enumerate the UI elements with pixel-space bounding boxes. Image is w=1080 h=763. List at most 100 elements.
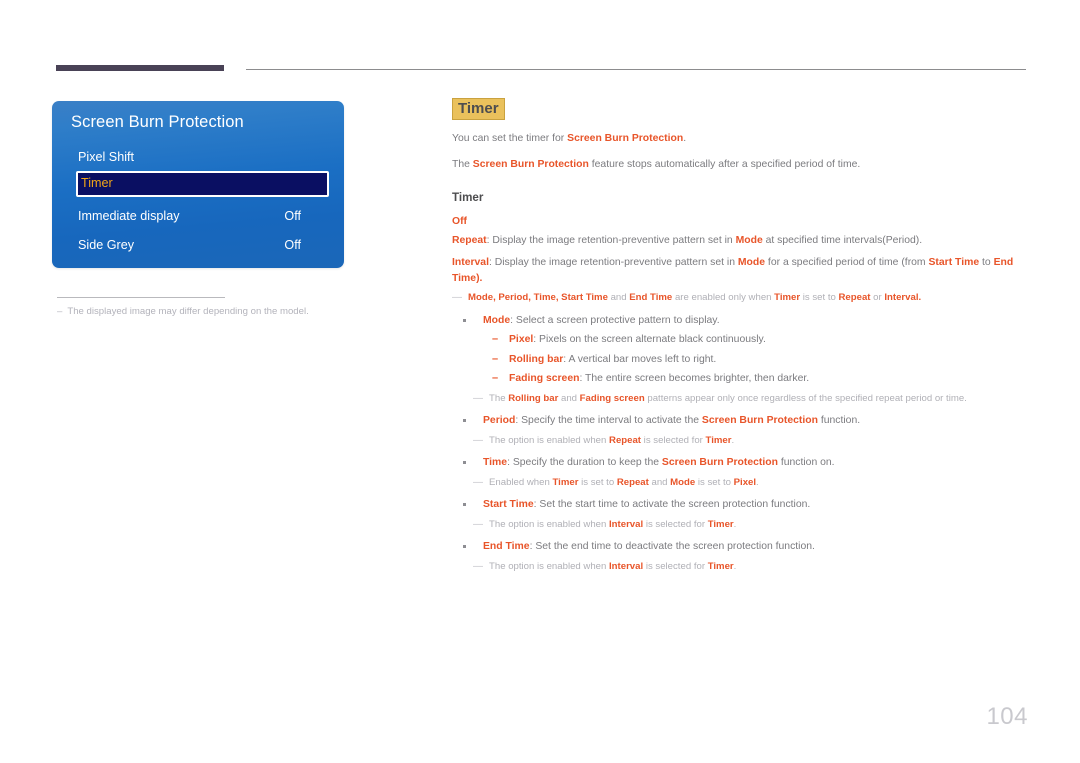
bullet-square-icon (463, 419, 466, 423)
pattern-text: : A vertical bar moves left to right. (563, 353, 717, 365)
note-text-3: patterns appear only once regardless of … (644, 393, 967, 405)
note-term-timer: Timer (707, 561, 734, 573)
pattern-text: : Pixels on the screen alternate black c… (533, 334, 766, 346)
note-term-interval: Interval (609, 561, 644, 573)
note-text-1: The option is enabled when (489, 561, 610, 573)
note-term-timer: Timer (774, 292, 801, 304)
note-text-2: is selected for (643, 561, 708, 573)
intro-2-term: Screen Burn Protection (472, 159, 589, 171)
pattern-text: : The entire screen becomes brighter, th… (579, 373, 810, 385)
note-start-time: — The option is enabled when Interval is … (473, 518, 1027, 532)
bullet-period: Period: Specify the time interval to act… (452, 413, 1027, 448)
osd-menu-item-side-grey[interactable]: Side Grey Off (52, 232, 344, 261)
note-term-mode: Mode (670, 477, 696, 489)
note-text-3: or (870, 292, 885, 304)
bullet-start-time-text: : Set the start time to activate the scr… (533, 499, 811, 511)
note-dash-icon: — (473, 393, 483, 405)
option-interval-start-term: Start Time (928, 257, 980, 269)
note-dash-icon: — (452, 292, 462, 304)
pattern-name: Pixel (509, 334, 534, 346)
option-repeat-name: Repeat (452, 235, 487, 247)
note-dash-icon: — (473, 561, 483, 573)
note-text-5: . (756, 477, 759, 489)
dash-icon: – (492, 352, 499, 365)
mode-pattern-list: – Pixel: Pixels on the screen alternate … (483, 332, 1027, 387)
note-dash-icon: — (473, 519, 483, 531)
osd-menu-panel: Screen Burn Protection Pixel Shift Timer… (52, 101, 344, 268)
bullet-mode-name: Mode (483, 314, 511, 326)
note-text-4: is set to (695, 477, 734, 489)
osd-footnote: – The displayed image may differ dependin… (57, 306, 387, 317)
osd-menu-title: Screen Burn Protection (71, 113, 244, 131)
note-text-1: The option is enabled when (489, 519, 610, 531)
osd-item-label: Pixel Shift (78, 150, 134, 164)
intro-1-text-c: . (683, 133, 687, 145)
intro-1-text-a: You can set the timer for (452, 133, 568, 145)
option-interval-name: Interval (452, 257, 489, 269)
note-enabled-terms: — Mode, Period, Time, Start Time and End … (452, 291, 1027, 305)
bullet-end-time-name: End Time (483, 541, 530, 553)
osd-menu-item-pixel-shift[interactable]: Pixel Shift (52, 144, 344, 173)
note-period: — The option is enabled when Repeat is se… (473, 434, 1027, 448)
note-text-3: . (731, 435, 735, 447)
bullet-square-icon (463, 318, 466, 322)
bullet-time: Time: Specify the duration to keep the S… (452, 455, 1027, 490)
note-term-fading-screen: Fading screen (579, 393, 645, 405)
note-term-repeat: Repeat (838, 292, 871, 304)
note-text-2: is selected for (643, 519, 708, 531)
option-off: Off (452, 216, 468, 228)
bullet-period-sbp-term: Screen Burn Protection (701, 415, 818, 427)
footnote-dash: – (57, 306, 63, 317)
osd-menu-item-immediate-display[interactable]: Immediate display Off (52, 203, 344, 232)
note-text-2: is set to (800, 292, 839, 304)
bullet-period-text-2: function. (817, 415, 861, 427)
mode-pattern-pixel: – Pixel: Pixels on the screen alternate … (483, 332, 1027, 348)
note-time: — Enabled when Timer is set to Repeat and… (473, 476, 1027, 490)
option-repeat: Repeat: Display the image retention-prev… (452, 233, 1027, 249)
note-term-interval: Interval (609, 519, 644, 531)
note-end-time: — The option is enabled when Interval is … (473, 560, 1027, 574)
bullet-end-time: End Time: Set the end time to deactivate… (452, 539, 1027, 574)
page-header (0, 0, 1080, 80)
note-term-time: Time (533, 292, 556, 304)
note-mode-patterns: — The Rolling bar and Fading screen patte… (473, 392, 1027, 406)
note-text-2: is set to (578, 477, 617, 489)
intro-paragraph-2: The Screen Burn Protection feature stops… (452, 157, 1027, 172)
bullet-time-name: Time (483, 457, 508, 469)
mode-pattern-rolling-bar: – Rolling bar: A vertical bar moves left… (483, 352, 1027, 368)
pattern-name: Fading screen (509, 373, 580, 385)
note-text-4: . (918, 292, 922, 304)
option-repeat-text-1: : Display the image retention-preventive… (486, 235, 736, 247)
note-term-timer: Timer (552, 477, 579, 489)
option-interval-text-1: : Display the image retention-preventive… (488, 257, 738, 269)
option-interval-mode-term: Mode (737, 257, 766, 269)
footnote-text: The displayed image may differ depending… (67, 306, 309, 317)
osd-menu-item-timer-selected[interactable]: Timer (76, 171, 329, 197)
bullet-end-time-text: : Set the end time to deactivate the scr… (529, 541, 815, 553)
option-interval: Interval: Display the image retention-pr… (452, 255, 1027, 286)
note-text-1: The (489, 393, 509, 405)
option-interval-text-2: for a specified period of time (from (765, 257, 929, 269)
section-subheading: Timer (452, 191, 484, 205)
note-term-repeat: Repeat (616, 477, 649, 489)
osd-item-value: Off (284, 238, 301, 252)
note-text-1: are enabled only when (672, 292, 775, 304)
option-interval-text-3: to (979, 257, 994, 269)
footnote-divider (57, 297, 225, 298)
option-repeat-text-2: at specified time intervals(Period). (762, 235, 923, 247)
intro-2-text-a: The (452, 159, 473, 171)
intro-paragraph-1: You can set the timer for Screen Burn Pr… (452, 131, 1027, 146)
page-title: Timer (452, 98, 505, 121)
note-term-timer: Timer (707, 519, 734, 531)
page-number: 104 (986, 703, 1028, 730)
osd-item-value: Off (284, 209, 301, 223)
osd-item-label: Timer (81, 176, 113, 190)
note-text-3: . (733, 519, 737, 531)
note-and: and (607, 292, 630, 304)
note-term-timer: Timer (705, 435, 732, 447)
note-term-start-time: Start Time (561, 292, 608, 304)
note-dash-icon: — (473, 477, 483, 489)
bullet-start-time: Start Time: Set the start time to activa… (452, 497, 1027, 532)
intro-2-text-c: feature stops automatically after a spec… (588, 159, 861, 171)
note-text-3: . (733, 561, 737, 573)
